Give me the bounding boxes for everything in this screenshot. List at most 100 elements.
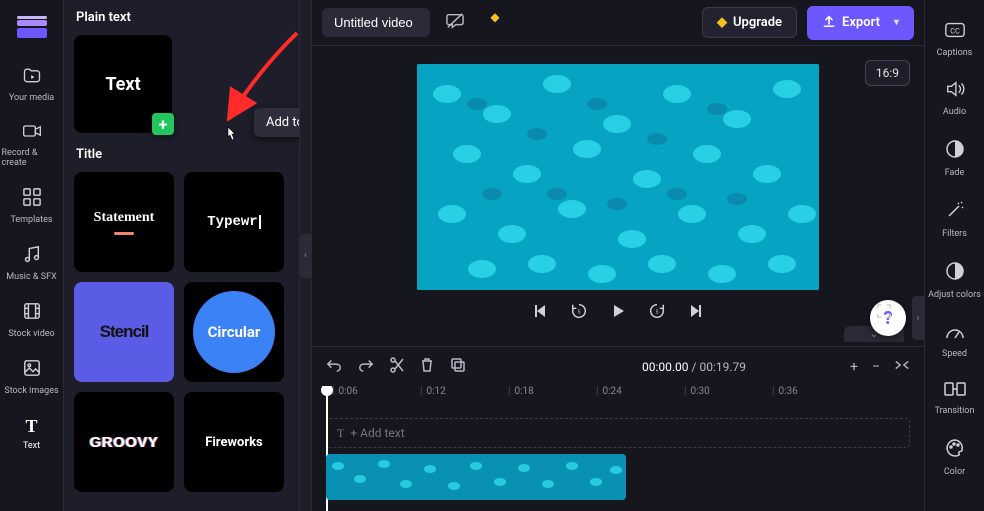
wand-icon [945,200,965,225]
plus-icon: + [159,115,168,134]
right-properties-rail: CC Captions Audio Fade Filters Adjust co… [924,0,984,511]
project-title-input[interactable] [322,8,430,37]
undo-button[interactable] [326,358,342,376]
transition-icon [944,381,966,402]
zoom-in-button[interactable]: + [850,359,858,375]
rail-speed[interactable]: Speed [927,311,983,370]
split-button[interactable] [390,357,404,377]
chevron-right-icon: › [916,313,919,324]
section-label-title: Title [76,147,289,162]
captions-toggle[interactable] [440,8,470,38]
skip-start-button[interactable] [532,303,548,323]
chevron-down-icon: ▾ [894,17,899,28]
gem-icon: ◆ [717,15,727,30]
track-placeholder-label: + Add text [350,426,404,440]
video-preview[interactable] [417,64,819,290]
ruler-tick: 0:18 [508,386,596,412]
panel-collapse-handle[interactable]: ‹ [300,0,312,511]
thumb-fireworks[interactable]: Fireworks [184,392,284,492]
circle-decoration: Circular [193,291,275,373]
thumb-label: Text [105,74,140,95]
thumb-typewriter[interactable]: Typewr [184,172,284,272]
duplicate-button[interactable] [450,357,466,377]
rail-label: Color [944,467,965,477]
play-button[interactable] [610,303,626,324]
thumb-stencil[interactable]: Stencil [74,282,174,382]
rail-filters[interactable]: Filters [927,189,983,250]
export-button[interactable]: Export ▾ [807,6,914,40]
nav-label: Your media [9,93,54,103]
nav-record-create[interactable]: Record & create [2,113,62,178]
nav-label: Record & create [2,148,62,168]
ruler-tick: 0:24 [596,386,684,412]
left-nav-rail: Your media Record & create Templates Mus… [0,0,64,511]
text-icon: T [25,416,37,437]
redo-button[interactable] [358,358,374,376]
fullscreen-button[interactable] [876,303,892,323]
clip-thumbstrip [326,454,626,500]
timecode-current: 00:00.00 [642,360,689,374]
ruler-tick: 0:30 [684,386,772,412]
thumb-circular[interactable]: Circular [184,282,284,382]
nav-stock-video[interactable]: Stock video [2,292,62,349]
zoom-out-button[interactable]: − [872,359,880,375]
gem-icon: ◆ [490,10,499,24]
aspect-ratio-selector[interactable]: 16:9 [865,60,910,86]
nav-templates[interactable]: Templates [2,178,62,235]
delete-button[interactable] [420,357,434,377]
rail-label: Fade [945,168,965,178]
tooltip-add-to-timeline: Add to timeline [254,108,300,137]
video-clip[interactable] [326,454,626,500]
rail-adjust-colors[interactable]: Adjust colors [927,250,983,311]
thumb-plain-text[interactable]: Text + [74,35,172,133]
skip-end-button[interactable] [688,303,704,323]
forward-button[interactable]: 5 [648,302,666,324]
crossed-bubble-icon [445,12,465,34]
media-icon [22,66,42,89]
premium-indicator[interactable]: ◆ [480,8,510,38]
thumb-label: Typewr [207,214,257,230]
rewind-button[interactable]: 5 [570,302,588,324]
video-track[interactable] [326,454,910,500]
text-panel: Plain text Text + Title Statement Typewr… [64,0,300,511]
section-label-plain: Plain text [76,10,289,25]
preview-frame-placeholder [417,64,819,290]
templates-icon [23,188,41,211]
rail-captions[interactable]: CC Captions [927,10,983,69]
thumb-label: Circular [208,323,261,341]
nav-label: Stock images [4,386,58,396]
rail-color[interactable]: Color [927,427,983,488]
timecode-display: 00:00.00 / 00:19.79 [642,360,746,374]
timeline-ruler[interactable]: 0:06 0:12 0:18 0:24 0:30 0:36 [312,386,924,412]
svg-text:CC: CC [950,27,960,36]
rail-label: Filters [942,229,967,239]
timecode-sep: / [689,360,700,374]
nav-your-media[interactable]: Your media [2,56,62,113]
rail-audio[interactable]: Audio [927,69,983,128]
rail-fade[interactable]: Fade [927,128,983,189]
app-logo[interactable] [17,16,47,40]
timeline-toolbar: 00:00.00 / 00:19.79 + − [312,346,924,386]
upgrade-button[interactable]: ◆ Upgrade [702,7,797,38]
rail-label: Captions [937,48,973,58]
nav-music-sfx[interactable]: Music & SFX [2,235,62,292]
nav-stock-images[interactable]: Stock images [2,349,62,406]
nav-label: Templates [10,215,52,225]
add-to-timeline-button[interactable]: + [152,113,174,135]
fade-icon [945,139,965,164]
fit-button[interactable] [894,359,910,375]
thumb-groovy[interactable]: GROOVY [74,392,174,492]
nav-label: Stock video [8,329,54,339]
rail-transition[interactable]: Transition [927,370,983,427]
timecode-total: 00:19.79 [699,360,746,374]
ruler-tick: 0:12 [420,386,508,412]
film-icon [23,302,41,325]
top-toolbar: ◆ ◆ Upgrade Export ▾ [312,0,924,46]
nav-text[interactable]: T Text [2,406,62,461]
right-rail-collapse[interactable]: › [912,296,924,340]
timeline[interactable]: 0:06 0:12 0:18 0:24 0:30 0:36 T + Add te… [312,386,924,511]
thumb-statement[interactable]: Statement [74,172,174,272]
text-track-placeholder[interactable]: T + Add text [326,418,910,448]
thumb-label: Statement [94,210,155,226]
nav-label: Music & SFX [6,272,56,282]
